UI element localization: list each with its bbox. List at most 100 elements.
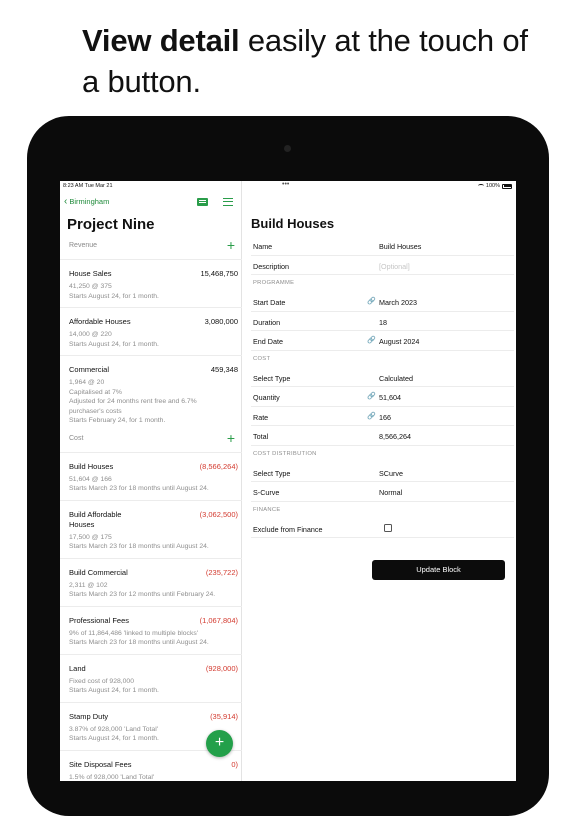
link-icon[interactable]: 🔗 xyxy=(367,392,376,400)
list-item[interactable]: Land (928,000) Fixed cost of 928,000 Starts… xyxy=(60,653,242,702)
item-name: Land xyxy=(69,663,86,673)
item-name: Site Disposal Fees xyxy=(69,759,132,769)
field-label: Quantity xyxy=(253,393,280,402)
item-name: Commercial xyxy=(69,365,110,374)
item-name: Professional Fees xyxy=(69,615,130,625)
item-detail-line: 3.87% of 928,000 'Land Total' xyxy=(69,725,159,733)
field-value: August 2024 xyxy=(379,337,420,346)
item-detail-line: 17,500 @ 175 xyxy=(69,533,112,541)
distribution-section-label: COST DISTRIBUTION xyxy=(253,450,317,457)
field-select-type[interactable]: Select Type SCurve xyxy=(251,463,514,482)
item-detail-line: Adjusted for 24 months rent free and 6.7… xyxy=(69,398,197,405)
exclude-finance-checkbox[interactable] xyxy=(384,523,392,532)
field-label: End Date xyxy=(253,337,283,346)
update-block-button[interactable]: Update Block xyxy=(372,560,505,580)
field-name[interactable]: Name Build Houses xyxy=(251,236,514,256)
field-label: Rate xyxy=(253,412,269,422)
cost-section-header: Cost + xyxy=(60,431,242,446)
item-name: Build Houses xyxy=(69,461,114,471)
item-detail-line: 2,311 @ 102 xyxy=(69,581,108,589)
link-icon[interactable]: 🔗 xyxy=(367,297,376,305)
finance-section-label: FINANCE xyxy=(253,506,281,513)
item-name: Affordable Houses xyxy=(69,317,131,326)
item-detail-line: Capitalised at 7% xyxy=(69,388,122,396)
item-detail-line: 51,604 @ 166 xyxy=(69,475,112,483)
cost-section-label: COST xyxy=(253,355,271,362)
item-detail-line: Starts February 24, for 1 month. xyxy=(69,417,166,424)
field-value: March 2023 xyxy=(379,298,417,307)
field-value: SCurve xyxy=(379,468,403,478)
list-item[interactable]: Professional Fees (1,067,804) 9% of 11,864… xyxy=(60,605,242,654)
field-start-date[interactable]: Start Date 🔗 March 2023 xyxy=(251,292,514,312)
field-end-date[interactable]: End Date 🔗 August 2024 xyxy=(251,331,514,351)
project-title: Project Nine xyxy=(67,216,155,233)
link-icon[interactable]: 🔗 xyxy=(367,336,376,344)
field-label: Description xyxy=(253,261,289,271)
item-detail-line: Starts August 24, for 1 month. xyxy=(69,292,159,300)
field-placeholder[interactable]: [Optional] xyxy=(379,262,410,271)
spreadsheet-icon[interactable] xyxy=(197,198,208,206)
add-cost-icon[interactable]: + xyxy=(227,431,235,445)
add-block-button[interactable]: + xyxy=(206,730,233,757)
field-rate[interactable]: Rate 🔗 166 xyxy=(251,407,514,426)
item-value: 15,468,750 xyxy=(200,269,238,278)
item-name: Stamp Duty xyxy=(69,711,109,721)
field-total[interactable]: Total 8,566,264 xyxy=(251,426,514,446)
field-exclude-from-finance[interactable]: Exclude from Finance xyxy=(251,519,514,538)
field-label: S-Curve xyxy=(253,488,280,497)
camera-dot xyxy=(284,145,291,152)
list-item[interactable]: Build Commercial (235,722) 2,311 @ 102 Star… xyxy=(60,557,242,606)
item-value: (8,566,264) xyxy=(199,461,238,471)
item-detail-line: purchaser's costs xyxy=(69,407,122,415)
item-detail-line: Starts March 23 for 18 months until Augu… xyxy=(69,543,209,550)
item-value: 3,080,000 xyxy=(204,317,238,326)
ipad-screen: 8:23 AM Tue Mar 21 ••• 100% ‹ Birmingham… xyxy=(60,181,516,781)
field-value: Build Houses xyxy=(379,242,422,251)
headline-bold: View detail xyxy=(82,23,240,58)
list-item[interactable]: Affordable Houses 3,080,000 14,000 @ 220 St… xyxy=(60,307,242,355)
item-name: Build Commercial xyxy=(69,567,128,577)
chevron-left-icon: ‹ xyxy=(64,195,68,207)
field-label: Select Type xyxy=(253,468,291,478)
item-detail-line: 9% of 11,864,486 'linked to multiple blo… xyxy=(69,629,199,637)
item-detail-line: Starts August 24, for 1 month. xyxy=(69,340,159,348)
field-description[interactable]: Description [Optional] xyxy=(251,256,514,275)
list-item[interactable]: Build Affordable Houses (3,062,500) 17,500 … xyxy=(60,499,242,558)
item-value: 0) xyxy=(231,759,238,769)
item-value: (1,067,804) xyxy=(199,615,238,625)
add-revenue-icon[interactable]: + xyxy=(227,238,235,252)
field-value: 166 xyxy=(379,412,391,422)
item-value: (3,062,500) xyxy=(199,509,238,519)
field-label: Select Type xyxy=(253,373,291,383)
item-detail-line: 41,250 @ 375 xyxy=(69,283,112,290)
field-value: Normal xyxy=(379,488,403,497)
list-item[interactable]: Build Houses (8,566,264) 51,604 @ 166 Start… xyxy=(60,451,242,500)
field-value: 8,566,264 xyxy=(379,432,411,441)
menu-icon[interactable] xyxy=(223,198,233,206)
cost-header-label: Cost xyxy=(69,434,84,442)
item-detail-line: Starts March 23 for 18 months until Augu… xyxy=(69,485,209,492)
programme-section-label: PROGRAMME xyxy=(253,280,295,286)
revenue-header-label: Revenue xyxy=(69,242,98,249)
list-item[interactable]: Commercial 459,348 1,964 @ 20 Capitalised a… xyxy=(60,355,242,432)
list-item[interactable]: House Sales 15,468,750 41,250 @ 375 Starts … xyxy=(60,259,242,307)
field-label: Total xyxy=(253,432,269,441)
link-icon[interactable]: 🔗 xyxy=(367,412,376,420)
item-value: 459,348 xyxy=(210,365,238,374)
field-label: Name xyxy=(253,242,273,251)
item-name: Build Affordable Houses xyxy=(69,509,122,529)
item-detail-line: 1.5% of 928,000 'Land Total' xyxy=(69,773,155,781)
back-button[interactable]: ‹ Birmingham xyxy=(64,195,109,207)
field-select-type[interactable]: Select Type Calculated xyxy=(251,368,514,387)
field-value: 51,604 xyxy=(379,393,401,402)
detail-panel: Build Houses Name Build Houses Description… xyxy=(243,181,516,781)
field-duration[interactable]: Duration 18 xyxy=(251,312,514,331)
item-value: (235,722) xyxy=(205,567,238,577)
item-name: House Sales xyxy=(69,269,112,278)
headline: View detail easily at the touch of a but… xyxy=(82,20,552,102)
field-quantity[interactable]: Quantity 🔗 51,604 xyxy=(251,387,514,407)
field-s-curve[interactable]: S-Curve Normal xyxy=(251,482,514,502)
item-detail-line: Fixed cost of 928,000 xyxy=(69,677,134,685)
field-label: Duration xyxy=(253,317,281,327)
project-sidebar: ‹ Birmingham Project Nine Revenue + House … xyxy=(60,181,242,781)
